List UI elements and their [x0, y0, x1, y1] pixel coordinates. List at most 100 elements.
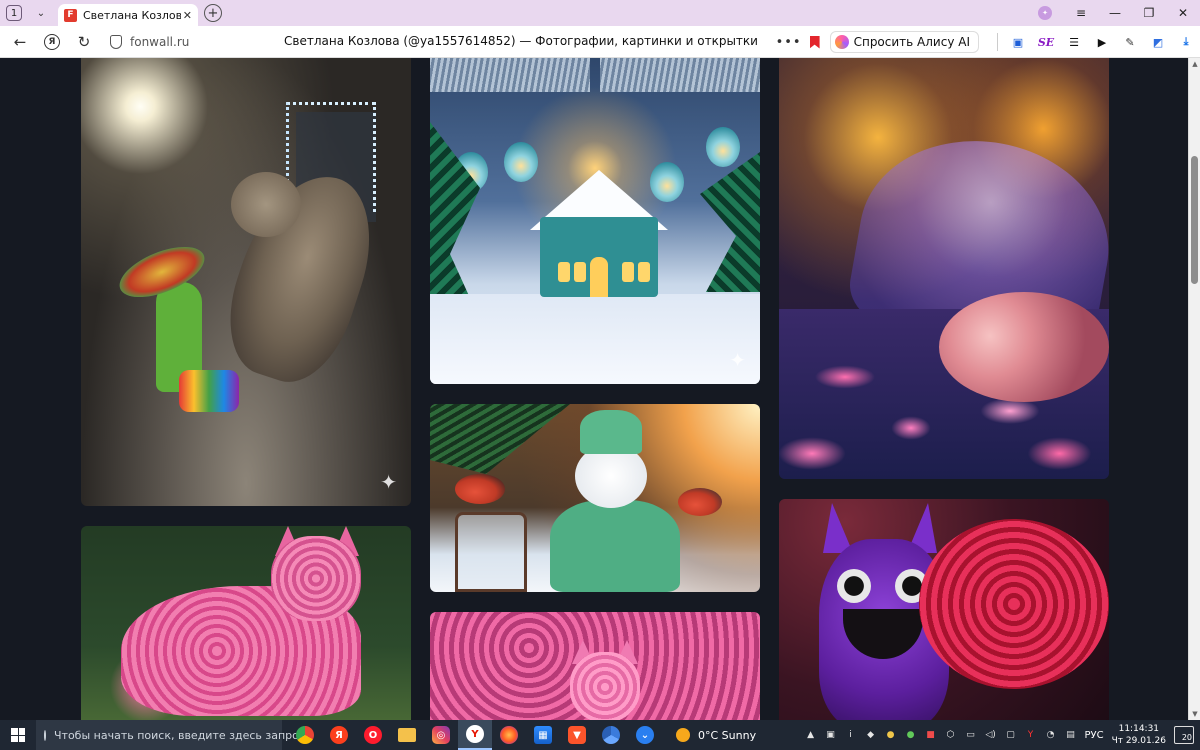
taskbar-chromium-button[interactable] [594, 720, 628, 750]
yandex-home-button[interactable]: Я [40, 30, 64, 54]
profile-icon[interactable]: ✦ [1038, 6, 1052, 20]
taskbar-download-button[interactable]: ⌄ [628, 720, 662, 750]
back-arrow-icon[interactable]: ← [8, 30, 32, 54]
tray-yandex-icon[interactable]: Y [1023, 727, 1039, 743]
site-favicon-icon: F [64, 8, 77, 22]
purple-cat-eye [837, 569, 871, 603]
tab-close-icon[interactable]: ✕ [183, 9, 192, 22]
taskbar-explorer-button[interactable] [390, 720, 424, 750]
extension-puzzle-icon[interactable]: ✎ [1119, 31, 1141, 53]
more-dots-icon[interactable]: ••• [776, 35, 802, 50]
cat-cactus-image[interactable]: ✦ [81, 58, 411, 506]
tab-title: Светлана Козлова (@ya1557614852) — Фотог… [82, 8, 181, 22]
tray-app-icon[interactable]: ● [883, 727, 899, 743]
taskbar-chrome-button[interactable] [288, 720, 322, 750]
extension-se-icon[interactable]: SE [1035, 31, 1057, 53]
tray-app-icon[interactable]: ● [903, 727, 919, 743]
restore-icon[interactable]: ❐ [1132, 6, 1166, 20]
yandex-logo-icon: Я [44, 33, 60, 50]
extension-bookmark-icon[interactable]: ▣ [1007, 31, 1029, 53]
start-button[interactable] [0, 720, 36, 750]
tray-app-icon[interactable]: ■ [923, 727, 939, 743]
tab-list-chevron-icon[interactable]: ⌄ [30, 4, 52, 22]
security-shield-icon[interactable] [110, 34, 122, 49]
image-gallery: ✦ ✦ [0, 58, 1188, 720]
taskbar-brave-button[interactable]: ▼ [560, 720, 594, 750]
page-title: Светлана Козлова (@ya1557614852) — Фотог… [284, 34, 758, 48]
tray-app-icon[interactable]: ◆ [863, 727, 879, 743]
yandex-browser-icon: Y [466, 725, 484, 743]
language-indicator[interactable]: РУС [1085, 730, 1104, 741]
extension-translate-icon[interactable]: ◩ [1147, 31, 1169, 53]
snowman-bullfinch-image[interactable] [430, 404, 760, 592]
tray-app-icon[interactable]: ▲ [803, 727, 819, 743]
tab-bar: 1 ⌄ F Светлана Козлова (@ya1557614852) —… [0, 0, 1200, 26]
scroll-down-arrow-icon[interactable]: ▼ [1189, 708, 1200, 720]
downloads-icon[interactable]: ⤓ [1175, 31, 1197, 53]
house-door [590, 257, 608, 297]
taskbar-instagram-button[interactable]: ◎ [424, 720, 458, 750]
tab-count-button[interactable]: 1 [6, 5, 22, 21]
clock[interactable]: 11:14:31 Чт 29.01.26 [1112, 723, 1166, 747]
umbrella-roses-image[interactable] [779, 58, 1109, 479]
pink-cat-roses-image[interactable] [430, 612, 760, 720]
tray-app-icon[interactable]: ◔ [1043, 727, 1059, 743]
taskbar-yandex-browser-button[interactable]: Y [458, 720, 492, 750]
fir-branch [600, 58, 760, 92]
search-placeholder: Чтобы начать поиск, введите здесь запрос [54, 728, 305, 742]
windows-logo-icon [11, 728, 25, 742]
ornament-lamp [504, 142, 538, 182]
bookmark-icon[interactable] [809, 35, 820, 49]
tray-app-icon[interactable]: ▣ [823, 727, 839, 743]
volume-icon[interactable]: ◁) [983, 727, 999, 743]
fir-branch [430, 58, 590, 92]
page-scrollbar[interactable]: ▲ ▼ [1188, 58, 1200, 720]
notification-count: 20 [1181, 733, 1192, 742]
store-icon: ▦ [534, 726, 552, 744]
ask-alice-button[interactable]: Спросить Алису AI [829, 31, 979, 53]
scroll-up-arrow-icon[interactable]: ▲ [1189, 58, 1200, 70]
scrollbar-thumb[interactable] [1191, 156, 1198, 284]
house-window [558, 262, 570, 282]
ask-alice-label: Спросить Алису AI [853, 35, 970, 49]
taskbar-search-input[interactable]: Чтобы начать поиск, введите здесь запрос [36, 720, 305, 750]
windows-taskbar: Чтобы начать поиск, введите здесь запрос… [0, 720, 1200, 750]
cat-head [231, 172, 301, 237]
extension-play-icon[interactable]: ▶ [1091, 31, 1113, 53]
network-icon[interactable]: ▤ [1063, 727, 1079, 743]
garland-right [700, 152, 760, 292]
chrome-icon [296, 726, 314, 744]
taskbar-yandex-button[interactable]: Я [322, 720, 356, 750]
tray-app-icon[interactable]: ⬡ [943, 727, 959, 743]
brave-icon: ▼ [568, 726, 586, 744]
clock-time: 11:14:31 [1118, 724, 1160, 734]
ai-sparkle-icon: ✦ [380, 470, 397, 494]
weather-widget[interactable]: 0°C Sunny [676, 728, 756, 742]
taskbar-firefox-button[interactable] [492, 720, 526, 750]
reload-icon[interactable]: ↻ [72, 30, 96, 54]
notifications-button[interactable]: 20 [1174, 726, 1194, 744]
taskbar-store-button[interactable]: ▦ [526, 720, 560, 750]
rose-cat-image[interactable] [81, 526, 411, 720]
tray-app-icon[interactable]: ▭ [963, 727, 979, 743]
tray-app-icon[interactable]: ▢ [1003, 727, 1019, 743]
purple-cat-bouquet-image[interactable] [779, 499, 1109, 720]
snowman-sweater [550, 500, 680, 592]
clock-date: Чт 29.01.26 [1111, 736, 1166, 746]
snow-ground [430, 294, 760, 384]
bird-feeder [455, 512, 527, 592]
extension-stack-icon[interactable]: ☰ [1063, 31, 1085, 53]
alice-icon [834, 35, 849, 49]
tab-active[interactable]: F Светлана Козлова (@ya1557614852) — Фот… [58, 4, 198, 26]
taskbar-opera-button[interactable]: O [356, 720, 390, 750]
folder-icon [398, 728, 416, 742]
minimize-icon[interactable]: — [1098, 6, 1132, 20]
menu-icon[interactable]: ≡ [1064, 6, 1098, 20]
new-tab-button[interactable]: + [204, 4, 222, 22]
url-field[interactable]: fonwall.ru [110, 34, 189, 49]
close-window-icon[interactable]: ✕ [1166, 6, 1200, 20]
tray-app-icon[interactable]: i [843, 727, 859, 743]
rose-cat-head [271, 536, 361, 621]
gingerbread-house-image[interactable]: ✦ [430, 58, 760, 384]
ai-sparkle-icon: ✦ [729, 348, 746, 372]
